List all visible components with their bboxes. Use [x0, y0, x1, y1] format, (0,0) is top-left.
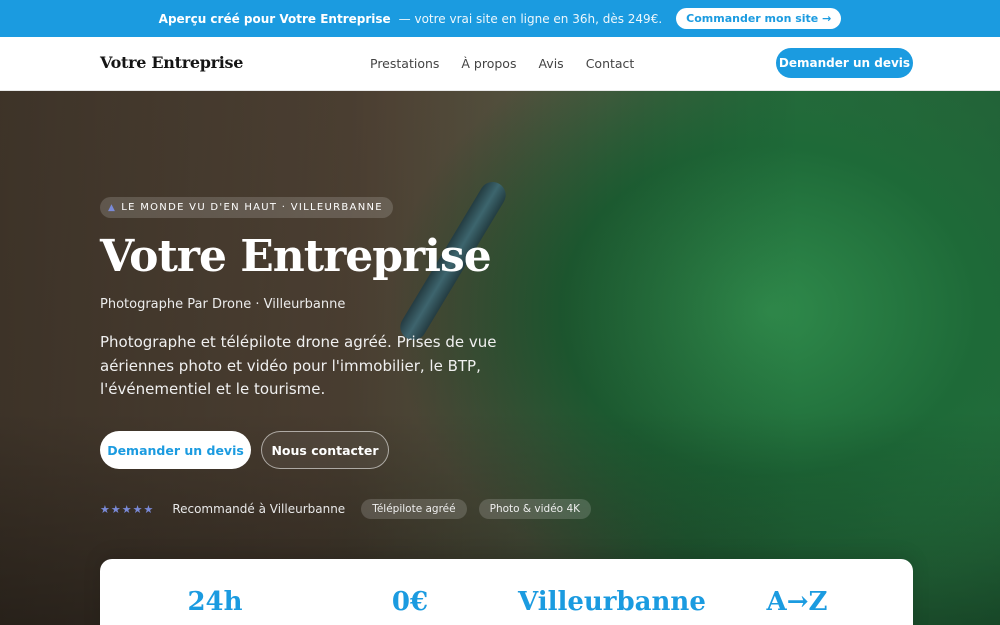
stat-city: Villeurbanne — [518, 587, 706, 617]
recommended-label: Recommandé à Villeurbanne — [172, 502, 346, 516]
nav-item-prestations[interactable]: Prestations — [370, 56, 439, 71]
social-proof: ★★★★★ Recommandé à Villeurbanne Télépilo… — [100, 499, 603, 519]
stat-delay: 24h — [187, 587, 243, 617]
header-quote-button[interactable]: Demander un devis — [776, 48, 913, 78]
promo-text: — votre vrai site en ligne en 36h, dès 2… — [398, 11, 663, 26]
site-header: Votre Entreprise Prestations À propos Av… — [0, 37, 1000, 91]
badge-telepilote: Télépilote agréé — [361, 499, 467, 519]
badge-video-4k: Photo & vidéo 4K — [478, 499, 592, 519]
hero-section: ▲ LE MONDE VU D'EN HAUT · VILLEURBANNE V… — [0, 91, 1000, 625]
quote-button[interactable]: Demander un devis — [100, 431, 251, 469]
stats-card: 24h 0€ Villeurbanne A→Z — [100, 559, 913, 625]
hero-subtitle: Photographe Par Drone · Villeurbanne — [100, 297, 346, 312]
main-nav: Prestations À propos Avis Contact — [370, 56, 634, 71]
order-site-button[interactable]: Commander mon site → — [676, 8, 842, 29]
hero-title: Votre Entreprise — [100, 231, 492, 282]
brand-logo[interactable]: Votre Entreprise — [100, 53, 243, 72]
hero-tag: ▲ LE MONDE VU D'EN HAUT · VILLEURBANNE — [100, 197, 393, 218]
hero-tag-label: LE MONDE VU D'EN HAUT · VILLEURBANNE — [121, 202, 383, 213]
nav-item-a-propos[interactable]: À propos — [461, 56, 516, 71]
triangle-icon: ▲ — [108, 202, 117, 213]
contact-button[interactable]: Nous contacter — [261, 431, 389, 469]
star-rating-icon: ★★★★★ — [100, 502, 155, 516]
promo-headline: Aperçu créé pour Votre Entreprise — [158, 11, 391, 26]
stat-price: 0€ — [391, 587, 429, 617]
nav-item-avis[interactable]: Avis — [538, 56, 563, 71]
stat-full-service: A→Z — [766, 587, 828, 617]
promo-banner: Aperçu créé pour Votre Entreprise — votr… — [0, 0, 1000, 37]
hero-description: Photographe et télépilote drone agréé. P… — [100, 333, 497, 398]
nav-item-contact[interactable]: Contact — [586, 56, 635, 71]
